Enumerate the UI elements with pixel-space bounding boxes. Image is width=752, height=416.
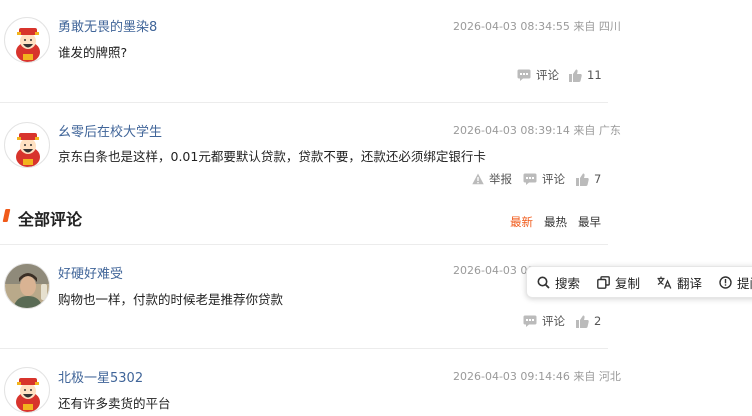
thumbs-up-icon — [576, 173, 589, 186]
sort-hottest[interactable]: 最热 — [544, 214, 567, 230]
sort-oldest[interactable]: 最早 — [578, 214, 601, 230]
like-button[interactable]: 7 — [576, 171, 601, 187]
divider — [0, 348, 608, 349]
user-avatar[interactable] — [4, 367, 50, 413]
translate-icon — [657, 276, 672, 289]
comment-time: 2026-04-03 08:34:55 来自 四川 — [453, 20, 621, 33]
caishen-avatar-icon — [16, 28, 40, 62]
user-avatar[interactable] — [4, 263, 50, 309]
info-circle-icon — [719, 275, 732, 289]
comment-icon — [517, 69, 531, 81]
like-button[interactable]: 2 — [576, 313, 601, 329]
search-action[interactable]: 搜索 — [537, 267, 580, 297]
user-avatar[interactable] — [4, 122, 50, 168]
copy-icon — [597, 275, 610, 289]
comment-button[interactable]: 评论 — [517, 67, 559, 83]
ask-action[interactable]: 提问 — [719, 267, 752, 297]
section-title: 全部评论 — [18, 210, 83, 229]
like-button[interactable]: 11 — [569, 67, 602, 83]
divider — [0, 244, 608, 245]
comment-time: 2026-04-03 08:39:14 来自 广东 — [453, 124, 621, 137]
comment-icon — [523, 173, 537, 185]
comment-text: 还有许多卖货的平台 — [58, 396, 171, 411]
copy-action[interactable]: 复制 — [597, 267, 640, 297]
thumbs-up-icon — [569, 69, 582, 82]
comment-button[interactable]: 评论 — [523, 171, 565, 187]
sort-newest[interactable]: 最新 — [510, 214, 533, 230]
user-avatar[interactable] — [4, 17, 50, 63]
thumbs-up-icon — [576, 315, 589, 328]
caishen-avatar-icon — [16, 133, 40, 167]
username[interactable]: 北极一星5302 — [58, 367, 143, 386]
comment-time: 2026-04-03 09:14:46 来自 河北 — [453, 370, 621, 383]
divider — [0, 102, 608, 103]
search-icon — [537, 276, 550, 289]
selection-toolbar: 搜索 复制 翻译 提问 — [526, 266, 752, 298]
warning-icon — [472, 173, 484, 185]
translate-action[interactable]: 翻译 — [657, 267, 702, 297]
username[interactable]: 勇敢无畏的墨染8 — [58, 16, 157, 35]
comment-text: 京东白条也是这样，0.01元都要默认贷款，贷款不要，还款还必须绑定银行卡 — [58, 149, 486, 164]
username[interactable]: 幺零后在校大学生 — [58, 121, 162, 140]
comment-feed: 勇敢无畏的墨染8 2026-04-03 08:34:55 来自 四川 谁发的牌照… — [0, 0, 621, 416]
username[interactable]: 好硬好难受 — [58, 263, 123, 282]
caishen-avatar-icon — [16, 378, 40, 412]
comment-text: 购物也一样，付款的时候老是推荐你贷款 — [58, 292, 284, 307]
report-button[interactable]: 举报 — [472, 171, 512, 187]
section-accent-mark — [2, 209, 11, 222]
comment-icon — [523, 315, 537, 327]
comment-button[interactable]: 评论 — [523, 313, 565, 329]
user-photo-icon — [5, 264, 49, 308]
comment-text: 谁发的牌照? — [58, 45, 128, 60]
